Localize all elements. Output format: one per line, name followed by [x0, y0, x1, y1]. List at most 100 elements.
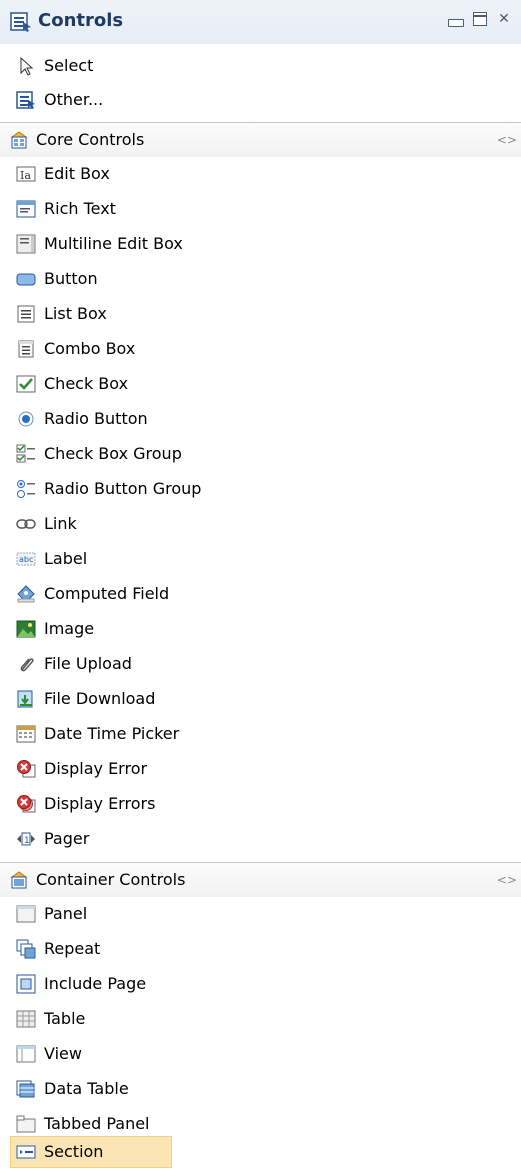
palette-item-section[interactable]: Section [16, 1138, 103, 1166]
drawer-icon [10, 871, 28, 889]
check-box-group-icon [16, 444, 35, 463]
palette-item-label: Image [44, 619, 95, 638]
palette-item-combo-box[interactable]: Combo Box [16, 335, 135, 363]
minimize-icon [448, 19, 464, 27]
palette-item-include-page[interactable]: Include Page [16, 970, 146, 998]
multiline-edit-box-icon [16, 234, 36, 254]
palette-item-label: Combo Box [44, 339, 136, 358]
radio-button-icon [18, 411, 34, 427]
date-time-picker-icon [16, 725, 36, 743]
palette-item-other[interactable]: Other... [16, 86, 103, 114]
palette-item-label: Include Page [44, 974, 147, 993]
palette-item-label: View [44, 1044, 82, 1063]
palette-item-label: Rich Text [44, 199, 116, 218]
palette-item-label: Tabbed Panel [44, 1114, 150, 1133]
file-download-icon [17, 690, 33, 708]
palette-item-image[interactable]: Image [16, 615, 94, 643]
rich-text-icon [16, 200, 36, 218]
close-button[interactable]: ✕ [495, 10, 513, 28]
view-icon [16, 1045, 36, 1063]
palette-item-link[interactable]: Link [16, 510, 77, 538]
palette-item-label: Pager [44, 829, 90, 848]
palette-item-data-table[interactable]: Data Table [16, 1075, 129, 1103]
palette-item-list-box[interactable]: List Box [16, 300, 107, 328]
button-icon [16, 273, 36, 286]
display-errors-icon [17, 795, 36, 813]
image-icon [16, 620, 36, 638]
palette-item-label: Display Error [44, 759, 148, 778]
controls-palette: Controls ✕ Select Other... Core Controls… [0, 0, 521, 1174]
pointer-icon [20, 56, 34, 76]
palette-item-label-control[interactable]: abc Label [16, 545, 87, 573]
palette-item-file-download[interactable]: File Download [16, 685, 155, 713]
palette-item-tabbed-panel[interactable]: Tabbed Panel [16, 1110, 150, 1138]
palette-item-display-errors[interactable]: Display Errors [16, 790, 155, 818]
section-container-controls[interactable]: Container Controls <> [0, 862, 521, 897]
collapse-icon[interactable]: <> [497, 133, 517, 147]
svg-text:Ia: Ia [20, 169, 31, 182]
palette-item-rich-text[interactable]: Rich Text [16, 195, 116, 223]
palette-title: Controls [38, 10, 124, 31]
other-controls-icon [16, 91, 35, 109]
radio-button-group-icon [17, 480, 35, 498]
palette-item-date-time-picker[interactable]: Date Time Picker [16, 720, 179, 748]
collapse-icon[interactable]: <> [497, 873, 517, 887]
display-error-icon [17, 760, 36, 778]
edit-box-icon: Ia [16, 166, 36, 182]
palette-item-label: Radio Button Group [44, 479, 202, 498]
palette-item-select[interactable]: Select [16, 52, 93, 80]
svg-text:1: 1 [24, 836, 30, 846]
file-upload-icon [20, 658, 34, 672]
palette-item-label: Data Table [44, 1079, 129, 1098]
label-icon: abc [16, 552, 36, 566]
palette-item-label: Section [44, 1142, 104, 1161]
palette-item-label: Computed Field [44, 584, 170, 603]
section-title: Core Controls [36, 130, 145, 149]
palette-item-panel[interactable]: Panel [16, 900, 87, 928]
palette-item-edit-box[interactable]: Ia Edit Box [16, 160, 110, 188]
palette-item-label: Multiline Edit Box [44, 234, 183, 253]
palette-item-check-box-group[interactable]: Check Box Group [16, 440, 182, 468]
palette-item-repeat[interactable]: Repeat [16, 935, 100, 963]
palette-item-label: Display Errors [44, 794, 156, 813]
include-page-icon [16, 974, 36, 994]
palette-item-radio-button[interactable]: Radio Button [16, 405, 148, 433]
palette-item-view[interactable]: View [16, 1040, 82, 1068]
maximize-button[interactable] [471, 10, 489, 28]
palette-item-label: Check Box Group [44, 444, 182, 463]
palette-item-computed-field[interactable]: Computed Field [16, 580, 169, 608]
palette-item-radio-button-group[interactable]: Radio Button Group [16, 475, 201, 503]
tabbed-panel-icon [16, 1115, 36, 1133]
palette-item-label: File Upload [44, 654, 132, 673]
palette-item-display-error[interactable]: Display Error [16, 755, 147, 783]
palette-item-label: Button [44, 269, 98, 288]
maximize-icon [473, 12, 487, 26]
section-icon [16, 1145, 36, 1159]
panel-icon [16, 905, 36, 923]
palette-item-label: Panel [44, 904, 88, 923]
palette-item-label: Link [44, 514, 77, 533]
palette-item-label: Select [44, 56, 94, 75]
combo-box-icon [18, 340, 34, 358]
palette-item-label: List Box [44, 304, 107, 323]
section-core-controls[interactable]: Core Controls <> [0, 122, 521, 157]
palette-item-check-box[interactable]: Check Box [16, 370, 128, 398]
palette-item-multiline-edit-box[interactable]: Multiline Edit Box [16, 230, 183, 258]
palette-item-file-upload[interactable]: File Upload [16, 650, 132, 678]
palette-item-label: Edit Box [44, 164, 110, 183]
table-icon [16, 1010, 36, 1028]
palette-item-label: Table [44, 1009, 86, 1028]
repeat-icon [16, 939, 36, 959]
palette-item-label: Repeat [44, 939, 101, 958]
palette-item-label: Check Box [44, 374, 129, 393]
link-icon [16, 519, 36, 529]
controls-palette-icon [10, 12, 31, 32]
minimize-button[interactable] [447, 10, 465, 28]
palette-item-pager[interactable]: 1 Pager [16, 825, 89, 853]
palette-item-button[interactable]: Button [16, 265, 98, 293]
palette-item-label: File Download [44, 689, 156, 708]
palette-item-table[interactable]: Table [16, 1005, 85, 1033]
palette-item-label: Radio Button [44, 409, 148, 428]
svg-text:abc: abc [19, 555, 33, 564]
data-table-icon [16, 1080, 35, 1098]
